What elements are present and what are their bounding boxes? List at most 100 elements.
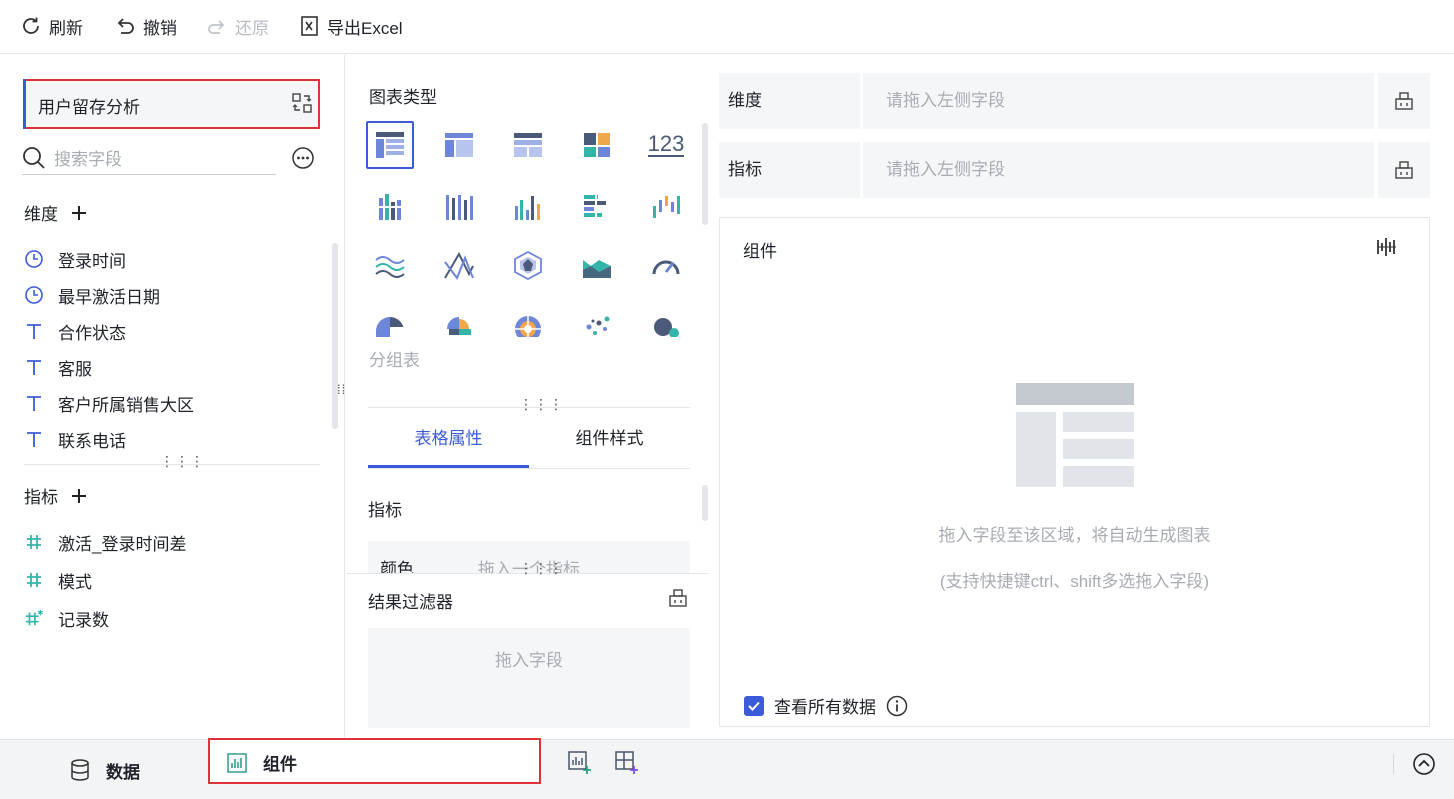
undo-icon bbox=[114, 15, 136, 37]
view-all-checkbox[interactable] bbox=[744, 695, 764, 716]
chart-type-line-icon[interactable] bbox=[366, 241, 414, 289]
info-icon[interactable] bbox=[886, 695, 908, 717]
chart-type-sunburst-icon[interactable] bbox=[504, 301, 552, 349]
dimension-label: 客户所属销售大区 bbox=[58, 395, 194, 415]
dimension-item[interactable]: 联系电话 bbox=[24, 426, 126, 452]
add-dimension-icon[interactable] bbox=[70, 204, 88, 222]
metric-axis-label: 指标 bbox=[719, 142, 860, 198]
database-icon bbox=[70, 759, 90, 781]
toolbar: 刷新 撤销 还原 导出Excel bbox=[0, 0, 1454, 54]
tab-data[interactable]: 数据 bbox=[70, 752, 140, 788]
chart-type-gauge-icon[interactable] bbox=[642, 241, 690, 289]
tab-component[interactable]: 组件 bbox=[208, 738, 541, 784]
dimension-settings-button[interactable] bbox=[1378, 73, 1430, 129]
bar-chart-icon bbox=[227, 752, 247, 773]
text-type-icon bbox=[24, 357, 44, 377]
undo-button[interactable]: 撤销 bbox=[114, 13, 177, 39]
dimensions-section-title: 维度 bbox=[24, 200, 88, 225]
dimension-drop-row: 维度 请拖入左侧字段 bbox=[719, 73, 1430, 129]
kpi-number-glyph: 123 bbox=[647, 131, 685, 157]
filter-placeholder: 拖入字段 bbox=[495, 651, 563, 670]
metric-label: 记录数 bbox=[58, 610, 109, 630]
metric-item[interactable]: 激活_登录时间差 bbox=[24, 529, 186, 555]
chart-type-grouped-table-icon[interactable] bbox=[366, 121, 414, 169]
more-options-icon[interactable] bbox=[291, 146, 315, 170]
dimension-label: 联系电话 bbox=[58, 431, 126, 451]
dataset-name: 用户留存分析 bbox=[38, 98, 140, 117]
chart-type-area-icon[interactable] bbox=[573, 241, 621, 289]
add-component-icon[interactable] bbox=[568, 751, 592, 775]
add-dashboard-icon[interactable] bbox=[615, 751, 639, 775]
tab-divider bbox=[368, 468, 690, 469]
chart-type-rose-icon[interactable] bbox=[435, 301, 483, 349]
chart-type-cross-table-icon[interactable] bbox=[504, 121, 552, 169]
bottom-tab-bar: 数据 组件 bbox=[0, 738, 1454, 799]
refresh-button[interactable]: 刷新 bbox=[20, 13, 83, 39]
empty-table-illustration-icon bbox=[1016, 383, 1134, 487]
field-search[interactable]: 搜索字段 bbox=[22, 141, 276, 175]
metric-label: 激活_登录时间差 bbox=[58, 534, 187, 554]
dimension-item[interactable]: 最早激活日期 bbox=[24, 282, 160, 308]
metric-drop-row: 指标 请拖入左侧字段 bbox=[719, 142, 1430, 198]
redo-button[interactable]: 还原 bbox=[206, 13, 269, 39]
dimension-item[interactable]: 登录时间 bbox=[24, 246, 126, 272]
chart-type-column-icon[interactable] bbox=[504, 183, 552, 231]
empty-hint: 拖入字段至该区域，将自动生成图表 bbox=[938, 526, 1211, 545]
section-divider bbox=[24, 464, 320, 465]
settings-box-icon bbox=[1394, 91, 1414, 111]
view-all-data-option[interactable]: 查看所有数据 bbox=[744, 693, 908, 718]
chart-type-horizontal-bar-icon[interactable] bbox=[573, 183, 621, 231]
dataset-selector[interactable]: 用户留存分析 bbox=[23, 79, 320, 129]
chart-type-radar-icon[interactable] bbox=[504, 241, 552, 289]
metric-settings-button[interactable] bbox=[1378, 142, 1430, 198]
chart-type-waterfall-icon[interactable] bbox=[642, 183, 690, 231]
chart-type-stacked-bar-icon[interactable] bbox=[435, 183, 483, 231]
chart-type-scatter-line-icon[interactable] bbox=[435, 241, 483, 289]
settings-box-icon bbox=[1394, 160, 1414, 180]
metrics-title: 指标 bbox=[24, 488, 58, 507]
collapse-up-icon[interactable] bbox=[1412, 752, 1436, 776]
properties-scrollbar[interactable] bbox=[702, 485, 708, 521]
chart-type-grouped-bar-icon[interactable] bbox=[366, 183, 414, 231]
metric-drop-zone[interactable]: 请拖入左侧字段 bbox=[863, 142, 1374, 198]
panel-resize-handle[interactable]: ⁞⁞ bbox=[337, 383, 346, 396]
metric-section-title: 指标 bbox=[368, 501, 402, 520]
chart-type-kpi-number-icon[interactable]: 123 bbox=[642, 121, 690, 169]
dimension-drop-zone[interactable]: 请拖入左侧字段 bbox=[863, 73, 1374, 129]
tab-component-label: 组件 bbox=[263, 755, 297, 774]
chart-type-pie-icon[interactable] bbox=[366, 301, 414, 349]
dimension-scrollbar[interactable] bbox=[332, 243, 338, 429]
chart-type-scatter-icon[interactable] bbox=[573, 301, 621, 349]
dimension-label: 客服 bbox=[58, 359, 92, 379]
metric-item[interactable]: 模式 bbox=[24, 567, 92, 593]
chart-type-scrollbar[interactable] bbox=[702, 123, 708, 225]
selected-chart-type-label: 分组表 bbox=[369, 351, 420, 370]
dimension-label: 最早激活日期 bbox=[58, 287, 160, 307]
chart-type-dashboard-icon[interactable] bbox=[573, 121, 621, 169]
chart-type-bubble-icon[interactable] bbox=[642, 301, 690, 349]
chart-type-title: 图表类型 bbox=[369, 88, 437, 107]
chart-type-detail-table-icon[interactable] bbox=[435, 121, 483, 169]
clock-icon bbox=[24, 285, 44, 305]
dimension-item[interactable]: 合作状态 bbox=[24, 318, 126, 344]
filter-settings-icon[interactable] bbox=[668, 588, 688, 608]
section-divider bbox=[368, 407, 690, 408]
resize-handle[interactable]: ⋮⋮⋮ bbox=[519, 561, 564, 575]
search-icon bbox=[22, 146, 46, 170]
add-metric-icon[interactable] bbox=[70, 487, 88, 505]
search-input[interactable]: 搜索字段 bbox=[54, 145, 122, 170]
metric-item[interactable]: 记录数 bbox=[24, 605, 109, 631]
dimension-axis-label: 维度 bbox=[719, 73, 860, 129]
filter-drop-zone[interactable]: 拖入字段 bbox=[368, 628, 690, 728]
export-excel-button[interactable]: 导出Excel bbox=[300, 13, 403, 39]
export-excel-label: 导出Excel bbox=[327, 18, 403, 38]
tab-component-style[interactable]: 组件样式 bbox=[529, 428, 690, 468]
dimension-label: 合作状态 bbox=[58, 323, 126, 343]
dimension-item[interactable]: 客户所属销售大区 bbox=[24, 390, 194, 416]
dimension-label: 登录时间 bbox=[58, 251, 126, 271]
tab-table-properties[interactable]: 表格属性 bbox=[368, 428, 529, 468]
dimension-item[interactable]: 客服 bbox=[24, 354, 92, 380]
switch-dataset-icon[interactable] bbox=[291, 92, 313, 114]
text-type-icon bbox=[24, 393, 44, 413]
chart-switch-icon[interactable] bbox=[1376, 236, 1398, 258]
